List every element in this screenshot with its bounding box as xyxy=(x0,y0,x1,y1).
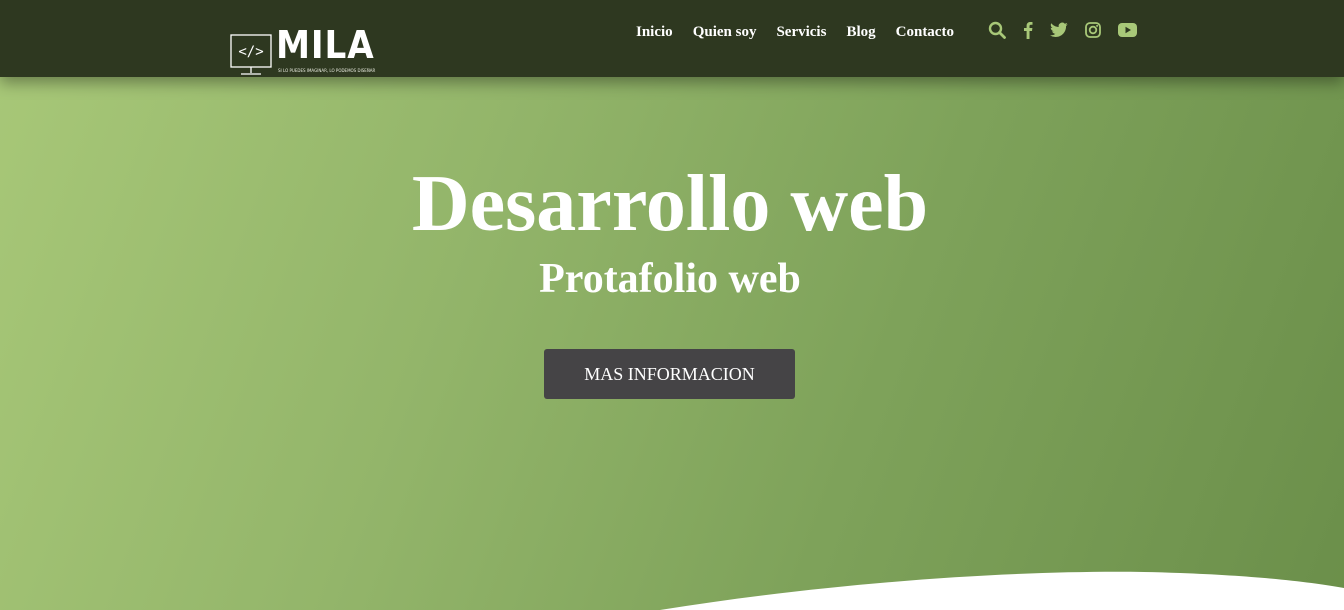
hero-subtitle: Protafolio web xyxy=(539,256,801,302)
nav-link-quien-soy[interactable]: Quien soy xyxy=(693,24,757,41)
hero-bottom-wave xyxy=(660,571,1344,610)
main-nav: Inicio Quien soy Servicis Blog Contacto xyxy=(636,22,974,42)
twitter-icon[interactable] xyxy=(1050,22,1068,38)
hero-title: Desarrollo web xyxy=(411,160,929,248)
more-info-button[interactable]: MAS INFORMACION xyxy=(544,349,795,399)
instagram-icon[interactable] xyxy=(1085,22,1101,38)
logo-title: MILA xyxy=(276,23,375,67)
nav-link-inicio[interactable]: Inicio xyxy=(636,24,673,41)
search-icon[interactable] xyxy=(988,21,1006,39)
youtube-icon[interactable] xyxy=(1118,23,1137,37)
hero-section: </> MILA SI LO PUEDES IMAGINAR, LO PODEM… xyxy=(0,0,1344,610)
nav-link-blog[interactable]: Blog xyxy=(846,24,875,41)
facebook-icon[interactable] xyxy=(1023,21,1033,39)
top-navbar: </> MILA SI LO PUEDES IMAGINAR, LO PODEM… xyxy=(0,0,1344,77)
logo-code-text: </> xyxy=(238,44,263,60)
site-logo[interactable]: </> MILA SI LO PUEDES IMAGINAR, LO PODEM… xyxy=(230,26,375,76)
nav-icon-group xyxy=(988,19,1154,41)
monitor-code-icon: </> xyxy=(230,34,272,75)
logo-tagline: SI LO PUEDES IMAGINAR, LO PODEMOS DISEÑA… xyxy=(278,68,376,73)
nav-link-servicis[interactable]: Servicis xyxy=(776,24,826,41)
nav-link-contacto[interactable]: Contacto xyxy=(896,24,954,41)
